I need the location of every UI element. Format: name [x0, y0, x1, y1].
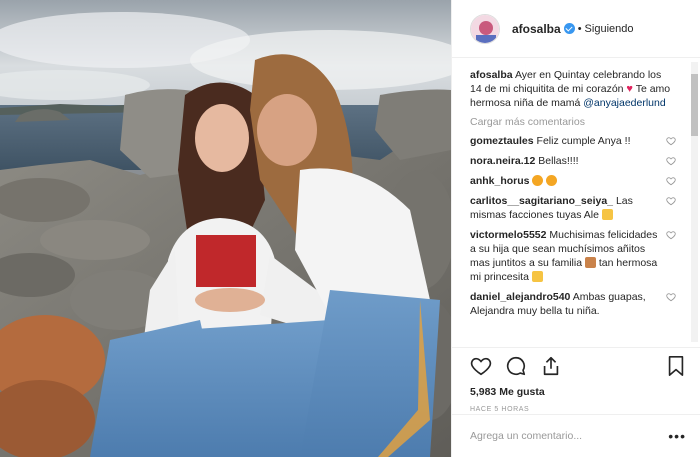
emoji-icon [584, 257, 596, 268]
comment-username[interactable]: carlitos__sagitariano_seiya_ [470, 195, 613, 207]
caption-mention[interactable]: @anyajaederlund [583, 97, 665, 109]
comment-input[interactable] [470, 430, 669, 442]
heart-eyes-emoji-icon [546, 175, 558, 186]
comment-item: gomeztaules Feliz cumple Anya !! [470, 134, 676, 148]
bookmark-icon[interactable] [666, 355, 686, 377]
comment-username[interactable]: gomeztaules [470, 135, 534, 147]
comment-item: daniel_alejandro540 Ambas guapas, Alejan… [470, 290, 676, 318]
follow-status-button[interactable]: Siguiendo [585, 23, 634, 35]
heart-eyes-emoji-icon [532, 175, 544, 186]
more-options-icon[interactable]: ••• [668, 428, 686, 444]
comment-username[interactable]: nora.neira.12 [470, 155, 535, 167]
comment-item: nora.neira.12 Bellas!!!! [470, 154, 676, 168]
comment-text: Bellas!!!! [538, 155, 579, 167]
scrollbar-thumb[interactable] [691, 74, 698, 136]
caption: afosalba Ayer en Quintay celebrando los … [470, 68, 672, 110]
comment-like-icon[interactable] [666, 292, 676, 302]
avatar-image [471, 14, 499, 43]
username[interactable]: afosalba [512, 22, 561, 36]
post-photo[interactable] [0, 0, 451, 457]
comment-like-icon[interactable] [666, 196, 676, 206]
red-heart-icon: ♥ [626, 83, 633, 95]
action-icons [470, 354, 686, 378]
caption-username[interactable]: afosalba [470, 69, 513, 81]
separator: • [577, 22, 582, 35]
post-actions: 5,983 Me gusta HACE 5 HORAS [452, 347, 700, 413]
load-more-comments-link[interactable]: Cargar más comentarios [470, 116, 672, 128]
comment-like-icon[interactable] [666, 136, 676, 146]
comment-username[interactable]: anhk_horus [470, 175, 530, 187]
post-sidebar: afosalba • Siguiendo afosalba Ayer en Qu… [451, 0, 700, 457]
emoji-icon [601, 209, 613, 220]
comment-item: anhk_horus [470, 174, 676, 188]
comment-username[interactable]: victormelo5552 [470, 229, 546, 241]
heart-icon[interactable] [470, 355, 492, 377]
comments-section[interactable]: afosalba Ayer en Quintay celebrando los … [452, 58, 700, 347]
post-timestamp: HACE 5 HORAS [470, 406, 530, 413]
instagram-post: afosalba • Siguiendo afosalba Ayer en Qu… [0, 0, 700, 457]
comment-like-icon[interactable] [666, 176, 676, 186]
post-image [0, 0, 451, 457]
comment-like-icon[interactable] [666, 230, 676, 240]
comment-username[interactable]: daniel_alejandro540 [470, 291, 570, 303]
comment-icon[interactable] [505, 355, 527, 377]
verified-badge-icon [563, 23, 575, 34]
add-comment-bar: ••• [452, 414, 700, 457]
comment-text: Feliz cumple Anya !! [536, 135, 631, 147]
comment-like-icon[interactable] [666, 156, 676, 166]
share-icon[interactable] [540, 355, 562, 377]
emoji-icon [531, 271, 543, 282]
post-header: afosalba • Siguiendo [452, 0, 700, 58]
avatar[interactable] [470, 13, 500, 44]
likes-count[interactable]: 5,983 Me gusta [470, 386, 686, 398]
comment-item: carlitos__sagitariano_seiya_ Las mismas … [470, 194, 676, 222]
comment-item: victormelo5552 Muchisimas felicidades a … [470, 228, 676, 284]
